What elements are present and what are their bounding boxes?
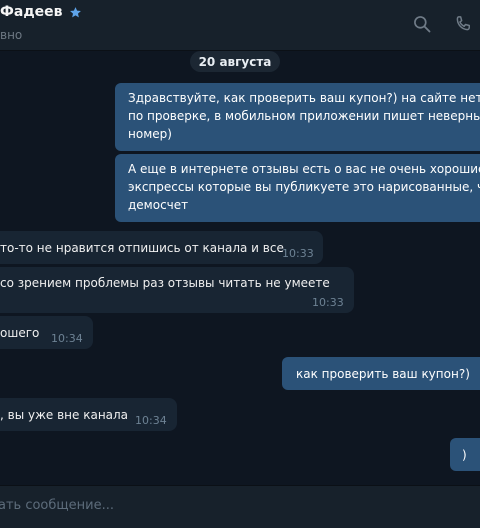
message-text-line: демосчет	[128, 198, 189, 212]
message-bubble-incoming[interactable]: со зрением проблемы раз отзывы читать не…	[0, 267, 354, 313]
message-time: 10:33	[282, 247, 314, 260]
message-text-line: ошего	[0, 326, 40, 340]
date-separator: 20 августа	[190, 51, 280, 72]
chat-status: вно	[0, 28, 23, 42]
message-bubble-incoming[interactable]: то-то не нравится отпишись от канала и в…	[0, 231, 323, 264]
message-text-line: то-то не нравится отпишись от канала и в…	[0, 241, 284, 255]
chat-header: Фадеев вно	[0, 0, 480, 51]
message-time: 10:33	[312, 296, 344, 309]
message-input-placeholder[interactable]: ать сообщение...	[0, 498, 114, 513]
message-bubble-outgoing[interactable]: как проверить ваш купон?)	[282, 357, 480, 390]
message-text-line: , вы уже вне канала	[0, 408, 129, 422]
message-text-line: со зрением проблемы раз отзывы читать не…	[0, 276, 330, 290]
message-time: 10:34	[51, 332, 83, 345]
message-text-line: )	[462, 448, 467, 462]
message-bubble-incoming[interactable]: , вы уже вне канала 10:34	[0, 398, 177, 431]
message-text-line: Здравствуйте, как проверить ваш купон?) …	[128, 91, 480, 105]
message-bubble-outgoing[interactable]: )	[450, 438, 480, 471]
search-icon[interactable]	[412, 14, 432, 34]
message-text-line: номер)	[128, 127, 172, 141]
star-icon	[69, 6, 81, 17]
message-bubble-outgoing[interactable]: Здравствуйте, как проверить ваш купон?) …	[115, 83, 480, 151]
message-time: 10:34	[135, 414, 167, 427]
message-text-line: как проверить ваш купон?)	[296, 367, 470, 381]
message-bubble-incoming[interactable]: ошего 10:34	[0, 316, 93, 349]
chat-title-row[interactable]: Фадеев	[0, 4, 82, 20]
phone-icon[interactable]	[453, 14, 473, 34]
message-text-line: по проверке, в мобильном приложении пише…	[128, 109, 480, 123]
message-composer[interactable]: ать сообщение...	[0, 485, 480, 528]
message-text-line: экспрессы которые вы публикуете это нари…	[128, 180, 480, 194]
message-text-line: А еще в интернете отзывы есть о вас не о…	[128, 162, 480, 176]
message-bubble-outgoing[interactable]: А еще в интернете отзывы есть о вас не о…	[115, 154, 480, 222]
chat-title[interactable]: Фадеев	[0, 4, 63, 20]
